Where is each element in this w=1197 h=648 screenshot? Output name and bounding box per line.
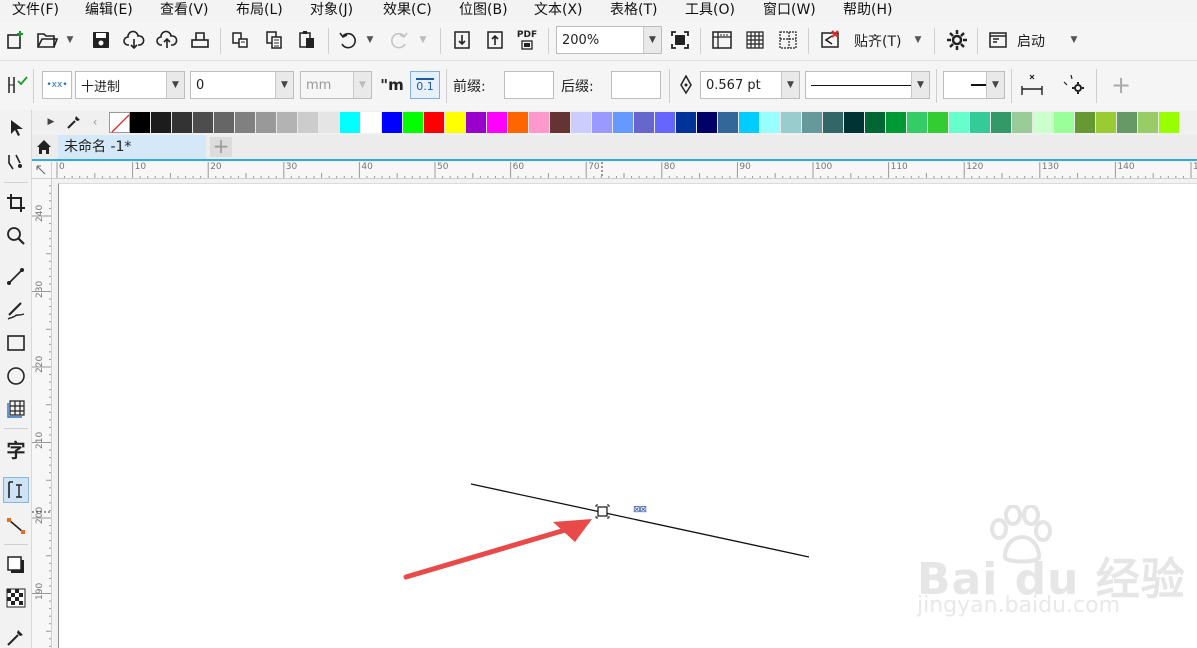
drawn-line[interactable]: [470, 483, 810, 558]
app-window: 文件(F) 编辑(E) 查看(V) 布局(L) 对象(J) 效果(C) 位图(B…: [0, 0, 1197, 648]
annotation-arrow-shaft: [403, 525, 575, 580]
baidu-watermark: Bai du 经验 jingyan.baidu.com: [905, 505, 1185, 625]
snap-indicator-icon: ⊠⊠: [633, 505, 647, 515]
line-midpoint-handle[interactable]: [597, 506, 608, 517]
watermark-url-text: jingyan.baidu.com: [917, 593, 1121, 618]
